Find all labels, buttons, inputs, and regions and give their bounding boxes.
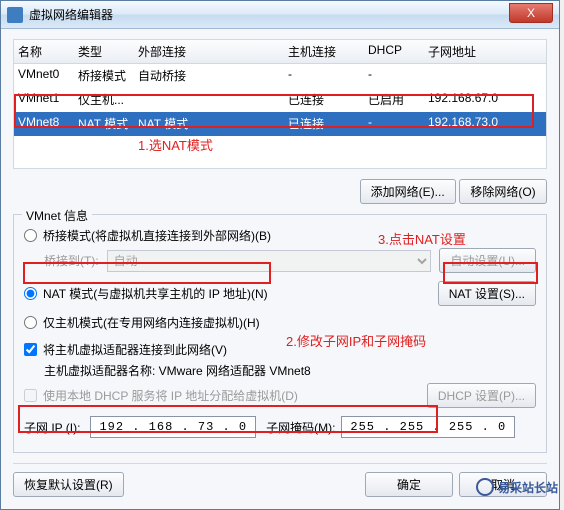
network-table[interactable]: 名称 类型 外部连接 主机连接 DHCP 子网地址 VMnet0 桥接模式 自动… [13,39,547,169]
bridge-label: 桥接模式(将虚拟机直接连接到外部网络)(B) [43,227,271,244]
table-row[interactable]: VMnet0 桥接模式 自动桥接 - - [14,64,546,88]
subnet-mask-label: 子网掩码(M): [266,419,335,436]
auto-settings-button: 自动设置(U)... [439,248,536,273]
watermark: 易采站长站 [476,478,558,496]
col-dhcp[interactable]: DHCP [368,43,428,60]
connect-host-checkbox[interactable] [24,343,37,356]
bridge-mode-row[interactable]: 桥接模式(将虚拟机直接连接到外部网络)(B) [24,227,536,244]
subnet-ip-label: 子网 IP (I): [24,419,80,436]
connect-host-row[interactable]: 将主机虚拟适配器连接到此网络(V) [24,341,536,358]
nat-radio-label[interactable]: NAT 模式(与虚拟机共享主机的 IP 地址)(N) [24,285,268,302]
nat-label: NAT 模式(与虚拟机共享主机的 IP 地址)(N) [43,285,268,302]
dhcp-checkbox [24,389,37,402]
add-network-button[interactable]: 添加网络(E)... [360,179,456,204]
remove-network-button[interactable]: 移除网络(O) [459,179,547,204]
dialog-window: 虚拟网络编辑器 X 名称 类型 外部连接 主机连接 DHCP 子网地址 VMne… [0,0,560,510]
dhcp-settings-button: DHCP 设置(P)... [427,383,536,408]
dhcp-check-label[interactable]: 使用本地 DHCP 服务将 IP 地址分配给虚拟机(D) [24,387,298,404]
subnet-row: 子网 IP (I): 192 . 168 . 73 . 0 子网掩码(M): 2… [24,416,536,438]
dialog-content: 名称 类型 外部连接 主机连接 DHCP 子网地址 VMnet0 桥接模式 自动… [1,29,559,509]
bridge-radio[interactable] [24,229,37,242]
dhcp-row: 使用本地 DHCP 服务将 IP 地址分配给虚拟机(D) DHCP 设置(P).… [24,383,536,408]
nat-mode-row: NAT 模式(与虚拟机共享主机的 IP 地址)(N) NAT 设置(S)... [24,281,536,306]
col-type[interactable]: 类型 [78,43,138,60]
restore-defaults-button[interactable]: 恢复默认设置(R) [13,472,124,497]
col-subnet[interactable]: 子网地址 [428,43,528,60]
window-title: 虚拟网络编辑器 [29,6,509,23]
hostonly-radio[interactable] [24,316,37,329]
bridge-to-select: 自动 [107,250,432,272]
nat-settings-button[interactable]: NAT 设置(S)... [438,281,536,306]
table-row[interactable]: VMnet1 仅主机... 已连接 已启用 192.168.67.0 [14,88,546,112]
close-button[interactable]: X [509,3,553,23]
dhcp-label: 使用本地 DHCP 服务将 IP 地址分配给虚拟机(D) [43,387,298,404]
app-icon [7,7,23,23]
col-name[interactable]: 名称 [18,43,78,60]
col-external[interactable]: 外部连接 [138,43,288,60]
watermark-icon [476,478,494,496]
hostonly-label: 仅主机模式(在专用网络内连接虚拟机)(H) [43,314,260,331]
subnet-ip-input[interactable]: 192 . 168 . 73 . 0 [90,416,256,438]
vmnet-info-fieldset: VMnet 信息 桥接模式(将虚拟机直接连接到外部网络)(B) 桥接到(T): … [13,214,547,453]
fieldset-legend: VMnet 信息 [22,207,92,224]
titlebar[interactable]: 虚拟网络编辑器 X [1,1,559,29]
table-header: 名称 类型 外部连接 主机连接 DHCP 子网地址 [14,40,546,64]
col-host[interactable]: 主机连接 [288,43,368,60]
subnet-mask-input[interactable]: 255 . 255 . 255 . 0 [341,416,515,438]
bridge-to-label: 桥接到(T): [44,252,99,269]
bottom-bar: 恢复默认设置(R) 确定 取消 [13,463,547,499]
ok-button[interactable]: 确定 [365,472,453,497]
network-buttons: 添加网络(E)... 移除网络(O) [13,179,547,204]
watermark-text: 易采站长站 [498,479,558,496]
bridge-to-row: 桥接到(T): 自动 自动设置(U)... [24,248,536,273]
nat-radio[interactable] [24,287,37,300]
adapter-name-label: 主机虚拟适配器名称: VMware 网络适配器 VMnet8 [44,362,536,379]
connect-host-label: 将主机虚拟适配器连接到此网络(V) [43,341,227,358]
hostonly-mode-row[interactable]: 仅主机模式(在专用网络内连接虚拟机)(H) [24,314,536,331]
table-row-selected[interactable]: VMnet8 NAT 模式 NAT 模式 已连接 - 192.168.73.0 [14,112,546,136]
